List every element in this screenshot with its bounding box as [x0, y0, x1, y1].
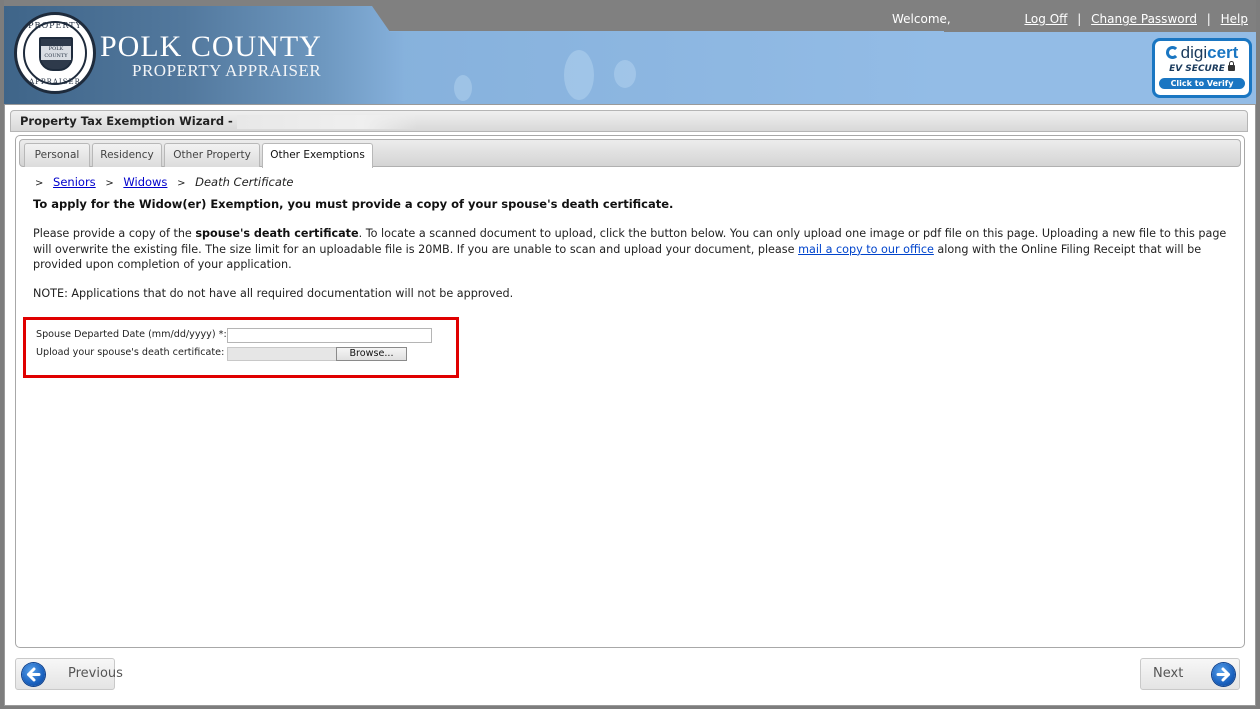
mail-copy-link[interactable]: mail a copy to our office [798, 243, 934, 256]
brand-title: POLK COUNTY [100, 30, 322, 63]
wizard-title: Property Tax Exemption Wizard - [20, 114, 233, 128]
breadcrumb: > Seniors > Widows > Death Certificate [35, 175, 293, 189]
click-to-verify[interactable]: Click to Verify [1159, 78, 1245, 89]
instructions-headline: To apply for the Widow(er) Exemption, yo… [33, 197, 674, 211]
seal-bottom-text: APPRAISER [29, 78, 81, 86]
log-off-link[interactable]: Log Off [1024, 12, 1067, 26]
documentation-note: NOTE: Applications that do not have all … [33, 287, 514, 300]
link-separator: | [1206, 12, 1211, 26]
breadcrumb-separator: > [105, 178, 114, 189]
breadcrumb-current: Death Certificate [195, 175, 294, 189]
tab-personal[interactable]: Personal [24, 143, 90, 167]
tab-other-exemptions[interactable]: Other Exemptions [262, 143, 373, 168]
map-decoration [614, 60, 636, 88]
digicert-ring-icon [1165, 46, 1179, 59]
help-link[interactable]: Help [1221, 12, 1248, 26]
lock-icon [1227, 61, 1235, 71]
tab-other-property[interactable]: Other Property [164, 143, 260, 167]
instructions-paragraph: Please provide a copy of the spouse's de… [33, 226, 1233, 273]
exemption-wizard: Property Tax Exemption Wizard - Personal… [4, 104, 1256, 706]
ev-secure-label: EV SECURE [1155, 61, 1249, 75]
account-links: Log Off | Change Password | Help [1024, 12, 1248, 26]
departed-date-input[interactable] [227, 328, 432, 343]
upload-form-highlight: Spouse Departed Date (mm/dd/yyyy) *: Upl… [23, 317, 459, 378]
breadcrumb-seniors[interactable]: Seniors [53, 175, 96, 189]
wizard-tabs: Personal Residency Other Property Other … [19, 139, 1241, 168]
seal-band-line2: COUNTY [44, 53, 68, 59]
welcome-text: Welcome, [892, 12, 951, 26]
digicert-logo: digicert [1155, 43, 1249, 63]
change-password-link[interactable]: Change Password [1091, 12, 1197, 26]
breadcrumb-separator: > [177, 178, 186, 189]
next-button[interactable]: Next [1140, 658, 1240, 690]
map-decoration [454, 75, 472, 101]
file-path-field[interactable] [227, 347, 337, 361]
previous-button[interactable]: Previous [15, 658, 123, 690]
next-label: Next [1153, 666, 1184, 681]
paragraph-bold-text: spouse's death certificate [195, 227, 359, 240]
seal-top-text: PROPERTY [28, 21, 82, 30]
paragraph-text: Please provide a copy of the [33, 227, 196, 240]
breadcrumb-separator: > [35, 178, 44, 189]
wizard-title-bar: Property Tax Exemption Wizard - [10, 110, 1248, 132]
upload-label: Upload your spouse's death certificate: [36, 347, 225, 358]
tab-residency[interactable]: Residency [92, 143, 162, 167]
redacted-name [236, 114, 417, 129]
digicert-logo-digi: digi [1180, 43, 1208, 62]
digicert-seal[interactable]: digicert EV SECURE Click to Verify [1152, 38, 1252, 98]
digicert-logo-cert: cert [1207, 43, 1239, 62]
date-label: Spouse Departed Date (mm/dd/yyyy) *: [36, 329, 227, 340]
wizard-content: Personal Residency Other Property Other … [15, 135, 1245, 648]
link-separator: | [1077, 12, 1082, 26]
map-decoration [564, 50, 594, 100]
browse-button[interactable]: Browse... [336, 347, 407, 361]
seal-band-line1: POLK [48, 46, 64, 52]
breadcrumb-widows[interactable]: Widows [123, 175, 167, 189]
previous-label: Previous [68, 666, 123, 681]
seal-band: POLK COUNTY [41, 46, 71, 60]
county-seal-logo[interactable]: PROPERTY POLK COUNTY APPRAISER [14, 12, 96, 94]
site-header: PROPERTY POLK COUNTY APPRAISER POLK COUN… [4, 0, 1256, 104]
ev-secure-text: EV SECURE [1169, 64, 1225, 74]
brand-subtitle: PROPERTY APPRAISER [132, 61, 322, 80]
arrow-left-icon [22, 663, 45, 686]
arrow-right-icon [1212, 663, 1235, 686]
